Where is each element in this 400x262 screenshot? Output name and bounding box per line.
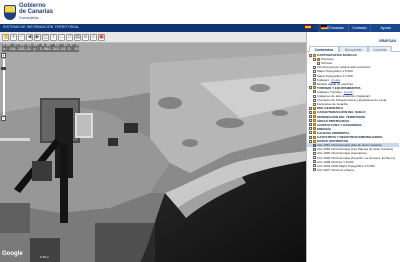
scale-bar: 0 25 m xyxy=(40,255,50,259)
nav-bar: SISTEMA DE INFORMACIÓN TERRITORIAL IDECa… xyxy=(0,24,400,32)
folder-icon xyxy=(313,53,316,57)
print-icon[interactable]: ▤ xyxy=(74,33,81,41)
layer-checkbox[interactable] xyxy=(313,147,316,151)
map-toolbar: ✋ + − ◀ ▶ ◻ i ↔ ▱ ▤ ∞ ⌕ ▣ xyxy=(0,32,306,43)
expand-toggle-icon[interactable] xyxy=(309,135,312,139)
tab-contenidos[interactable]: Contenidos xyxy=(309,46,339,52)
search-icon[interactable]: ⌕ xyxy=(90,33,97,41)
layer-checkbox[interactable] xyxy=(313,65,316,69)
zoom-out-icon[interactable]: − xyxy=(18,33,25,41)
folder-icon xyxy=(313,131,316,135)
folder-icon xyxy=(313,115,316,118)
expand-toggle-icon[interactable] xyxy=(309,115,312,118)
expand-toggle-icon[interactable] xyxy=(309,123,312,127)
grafcan-logo: GRAFCAN xyxy=(379,39,396,43)
hand-icon[interactable]: ✋ xyxy=(2,33,9,41)
layer-checkbox[interactable] xyxy=(313,74,316,77)
folder-icon xyxy=(313,135,316,139)
expand-toggle-icon[interactable] xyxy=(309,131,312,135)
folder-icon xyxy=(317,57,320,61)
layer-checkbox[interactable] xyxy=(313,94,316,98)
folder-icon xyxy=(313,110,316,114)
zoom-slider[interactable]: + − xyxy=(1,53,6,123)
pdf-icon[interactable]: ▣ xyxy=(98,33,105,41)
layer-checkbox[interactable] xyxy=(313,102,316,106)
gobierno-canarias-logo[interactable]: Gobierno de Canarias Consejería... xyxy=(4,3,74,21)
layer-label: Año 2007 OrtoFoto urbana xyxy=(317,167,354,172)
next-icon[interactable]: ▶ xyxy=(34,33,41,41)
layer-checkbox[interactable] xyxy=(313,164,316,168)
nav-link-contacto[interactable]: Contacto xyxy=(348,24,370,32)
zoom-in-icon[interactable]: + xyxy=(10,33,17,41)
language-selector xyxy=(305,25,327,29)
layer-checkbox[interactable] xyxy=(313,69,316,73)
system-title: SISTEMA DE INFORMACIÓN TERRITORIAL xyxy=(3,25,80,29)
expand-toggle-icon[interactable] xyxy=(313,57,316,61)
extent-icon[interactable]: ◻ xyxy=(42,33,49,41)
map-view[interactable]: UTM: 27°50'53.46" W 28° 53' 11.5" N x: 4… xyxy=(0,43,306,262)
folder-icon xyxy=(313,127,316,131)
contents-panel: GRAFCAN Contenidos Búsquedas Leyenda CAR… xyxy=(306,32,400,262)
zoom-out-button[interactable]: − xyxy=(1,116,6,121)
zoom-in-button[interactable]: + xyxy=(1,53,6,58)
google-attribution: Google xyxy=(2,251,23,257)
flag-en-icon[interactable] xyxy=(313,25,319,29)
header: Gobierno de Canarias Consejería... xyxy=(0,0,400,24)
layer-checkbox[interactable] xyxy=(313,168,316,172)
layer-checkbox[interactable] xyxy=(313,156,316,159)
layer-checkbox[interactable] xyxy=(313,78,316,82)
layer-checkbox[interactable] xyxy=(317,61,320,65)
layer-checkbox[interactable] xyxy=(313,143,316,147)
link-icon[interactable]: ∞ xyxy=(82,33,89,41)
expand-toggle-icon[interactable] xyxy=(309,53,312,57)
folder-icon xyxy=(313,139,316,143)
nav-link-ayuda[interactable]: Ayuda xyxy=(370,24,400,32)
expand-toggle-icon[interactable] xyxy=(309,139,312,143)
layer-checkbox[interactable] xyxy=(313,160,316,164)
coords-line-2: x: 441.233,21 y: 3.094.315,56 Z: 10 xyxy=(3,48,79,53)
layer-checkbox[interactable] xyxy=(313,151,316,155)
folder-icon xyxy=(313,106,316,110)
expand-toggle-icon[interactable] xyxy=(309,86,312,90)
expand-toggle-icon[interactable] xyxy=(309,119,312,123)
layer-checkbox[interactable] xyxy=(313,90,316,94)
folder-icon xyxy=(313,123,316,127)
layer-tree-row[interactable]: Año 2007 OrtoFoto urbana xyxy=(307,168,399,172)
folder-icon xyxy=(313,86,316,90)
flag-de-icon[interactable] xyxy=(321,25,327,29)
flag-es-icon[interactable] xyxy=(305,25,311,29)
aerial-photo xyxy=(0,43,306,262)
layer-checkbox[interactable] xyxy=(313,98,316,102)
zoom-track[interactable] xyxy=(1,59,6,115)
area-icon[interactable]: ▱ xyxy=(66,33,73,41)
tab-leyenda[interactable]: Leyenda xyxy=(368,46,392,52)
info-icon[interactable]: i xyxy=(50,33,57,41)
panel-tabs: Contenidos Búsquedas Leyenda xyxy=(307,46,400,52)
zoom-thumb[interactable] xyxy=(1,67,6,70)
expand-toggle-icon[interactable] xyxy=(309,110,312,114)
tab-busquedas[interactable]: Búsquedas xyxy=(339,46,368,52)
coat-of-arms-icon xyxy=(4,4,16,20)
coordinates-readout: UTM: 27°50'53.46" W 28° 53' 11.5" N x: 4… xyxy=(2,44,80,53)
logo-line3: Consejería... xyxy=(19,15,42,20)
expand-toggle-icon[interactable] xyxy=(309,106,312,110)
expand-toggle-icon[interactable] xyxy=(309,127,312,131)
folder-icon xyxy=(313,119,316,123)
layer-checkbox[interactable] xyxy=(313,82,316,86)
measure-icon[interactable]: ↔ xyxy=(58,33,65,41)
prev-icon[interactable]: ◀ xyxy=(26,33,33,41)
app-window: Gobierno de Canarias Consejería... SISTE… xyxy=(0,0,400,262)
